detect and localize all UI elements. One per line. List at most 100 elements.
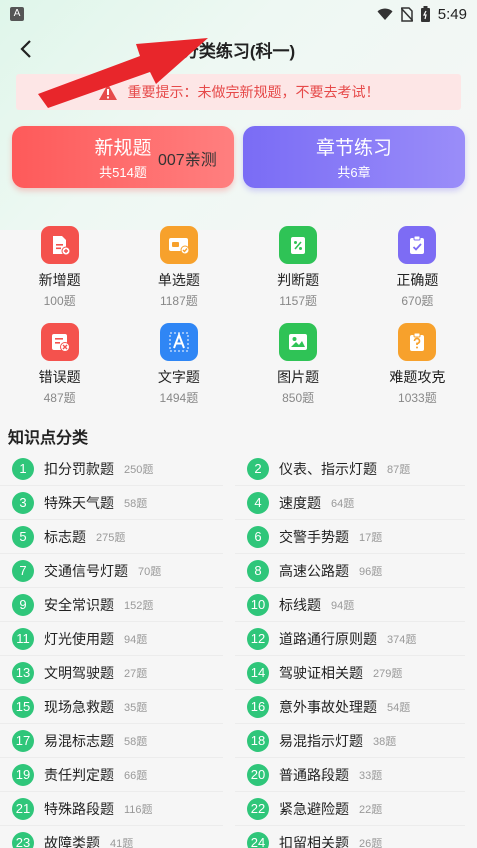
chapter-practice-card[interactable]: 章节练习 共6章 — [243, 126, 465, 188]
knowledge-point-item[interactable]: 12 道路通行原则题 374题 — [235, 622, 465, 656]
category-difficult[interactable]: 难题攻克 1033题 — [358, 323, 477, 406]
knowledge-point-number: 18 — [247, 729, 269, 752]
knowledge-point-number: 13 — [12, 661, 34, 684]
category-true-false[interactable]: 判断题 1157题 — [239, 226, 358, 309]
knowledge-point-item[interactable]: 3 特殊天气题 58题 — [0, 486, 223, 520]
knowledge-point-item[interactable]: 6 交警手势题 17题 — [235, 520, 465, 554]
category-count: 1494题 — [159, 391, 199, 405]
knowledge-point-number: 16 — [247, 695, 269, 718]
knowledge-point-name: 速度题 — [279, 494, 321, 511]
knowledge-point-item[interactable]: 22 紧急避险题 22题 — [235, 792, 465, 826]
section-title: 知识点分类 — [8, 430, 89, 447]
knowledge-point-number: 3 — [12, 491, 34, 514]
knowledge-point-item[interactable]: 5 标志题 275题 — [0, 520, 223, 554]
knowledge-point-number: 1 — [12, 457, 34, 480]
category-count: 850题 — [282, 391, 315, 405]
knowledge-point-count: 17题 — [359, 531, 383, 544]
wifi-icon — [377, 8, 393, 20]
knowledge-point-item[interactable]: 14 驾驶证相关题 279题 — [235, 656, 465, 690]
knowledge-point-item[interactable]: 21 特殊路段题 116题 — [0, 792, 223, 826]
status-bar: A 5:49 — [0, 0, 477, 28]
knowledge-point-item[interactable]: 24 扣留相关题 26题 — [235, 826, 465, 848]
knowledge-point-name: 特殊天气题 — [44, 494, 114, 511]
knowledge-point-count: 58题 — [124, 735, 148, 748]
knowledge-point-name: 扣留相关题 — [279, 834, 349, 848]
knowledge-point-count: 70题 — [138, 565, 162, 578]
new-rules-title: 新规题 — [94, 138, 152, 159]
battery-icon — [420, 6, 430, 22]
knowledge-point-name: 驾驶证相关题 — [279, 664, 363, 681]
percent-doc-icon — [279, 226, 318, 264]
knowledge-point-name: 高速公路题 — [279, 562, 349, 579]
knowledge-point-item[interactable]: 2 仪表、指示灯题 87题 — [235, 452, 465, 486]
knowledge-point-item[interactable]: 9 安全常识题 152题 — [0, 588, 223, 622]
category-count: 487题 — [43, 391, 76, 405]
category-label: 图片题 — [277, 369, 320, 385]
question-icon — [398, 323, 437, 361]
knowledge-point-name: 现场急救题 — [44, 698, 114, 715]
knowledge-point-item[interactable]: 4 速度题 64题 — [235, 486, 465, 520]
category-grid: 新增题 100题 单选题 1187题 判断题 1157题 正确题 670题 错误… — [0, 226, 477, 406]
category-new[interactable]: 新增题 100题 — [0, 226, 119, 309]
knowledge-point-count: 250题 — [124, 463, 154, 476]
knowledge-point-item[interactable]: 13 文明驾驶题 27题 — [0, 656, 223, 690]
knowledge-point-item[interactable]: 17 易混标志题 58题 — [0, 724, 223, 758]
knowledge-point-item[interactable]: 10 标线题 94题 — [235, 588, 465, 622]
knowledge-point-number: 7 — [12, 559, 34, 582]
knowledge-point-name: 易混标志题 — [44, 732, 114, 749]
knowledge-point-item[interactable]: 11 灯光使用题 94题 — [0, 622, 223, 656]
knowledge-point-count: 22题 — [359, 803, 383, 816]
knowledge-point-count: 64题 — [331, 497, 355, 510]
knowledge-point-count: 41题 — [110, 837, 134, 848]
knowledge-point-name: 文明驾驶题 — [44, 664, 114, 681]
knowledge-point-item[interactable]: 15 现场急救题 35题 — [0, 690, 223, 724]
knowledge-point-count: 58题 — [124, 497, 148, 510]
knowledge-point-count: 33题 — [359, 769, 383, 782]
category-count: 1187题 — [159, 294, 198, 308]
clock: 5:49 — [437, 5, 467, 23]
category-correct[interactable]: 正确题 670题 — [358, 226, 477, 309]
knowledge-point-item[interactable]: 20 普通路段题 33题 — [235, 758, 465, 792]
category-image[interactable]: 图片题 850题 — [239, 323, 358, 406]
knowledge-point-item[interactable]: 18 易混指示灯题 38题 — [235, 724, 465, 758]
knowledge-point-item[interactable]: 1 扣分罚款题 250题 — [0, 452, 223, 486]
knowledge-point-count: 374题 — [387, 633, 417, 646]
knowledge-point-number: 6 — [247, 525, 269, 548]
knowledge-point-count: 35题 — [124, 701, 148, 714]
category-count: 100题 — [43, 294, 76, 308]
knowledge-point-number: 22 — [247, 797, 269, 820]
knowledge-point-name: 故障类题 — [44, 834, 100, 848]
knowledge-point-item[interactable]: 16 意外事故处理题 54题 — [235, 690, 465, 724]
knowledge-point-count: 26题 — [359, 837, 383, 848]
knowledge-point-count: 66题 — [124, 769, 148, 782]
knowledge-point-name: 标线题 — [279, 596, 321, 613]
warning-icon — [98, 84, 117, 100]
category-wrong[interactable]: 错误题 487题 — [0, 323, 119, 406]
knowledge-point-name: 灯光使用题 — [44, 630, 114, 647]
category-text[interactable]: 文字题 1494题 — [119, 323, 238, 406]
back-button[interactable] — [14, 36, 38, 62]
knowledge-point-number: 14 — [247, 661, 269, 684]
knowledge-point-item[interactable]: 23 故障类题 41题 — [0, 826, 223, 848]
knowledge-point-item[interactable]: 8 高速公路题 96题 — [235, 554, 465, 588]
knowledge-point-number: 17 — [12, 729, 34, 752]
category-count: 670题 — [401, 294, 434, 308]
knowledge-point-number: 5 — [12, 525, 34, 548]
category-count: 1157题 — [279, 294, 318, 308]
category-single-choice[interactable]: 单选题 1187题 — [119, 226, 238, 309]
knowledge-point-item[interactable]: 19 责任判定题 66题 — [0, 758, 223, 792]
knowledge-point-item[interactable]: 7 交通信号灯题 70题 — [0, 554, 223, 588]
knowledge-point-count: 38题 — [373, 735, 397, 748]
knowledge-point-number: 10 — [247, 593, 269, 616]
card-check-icon — [159, 226, 198, 264]
knowledge-point-number: 8 — [247, 559, 269, 582]
knowledge-point-count: 116题 — [124, 803, 153, 816]
knowledge-point-number: 23 — [12, 831, 34, 848]
knowledge-point-name: 道路通行原则题 — [279, 630, 377, 647]
knowledge-point-number: 9 — [12, 593, 34, 616]
watermark-text: 007亲测 — [158, 152, 217, 169]
category-label: 正确题 — [396, 272, 439, 288]
knowledge-point-count: 275题 — [96, 531, 126, 544]
knowledge-point-count: 94题 — [124, 633, 148, 646]
category-label: 单选题 — [157, 272, 200, 288]
